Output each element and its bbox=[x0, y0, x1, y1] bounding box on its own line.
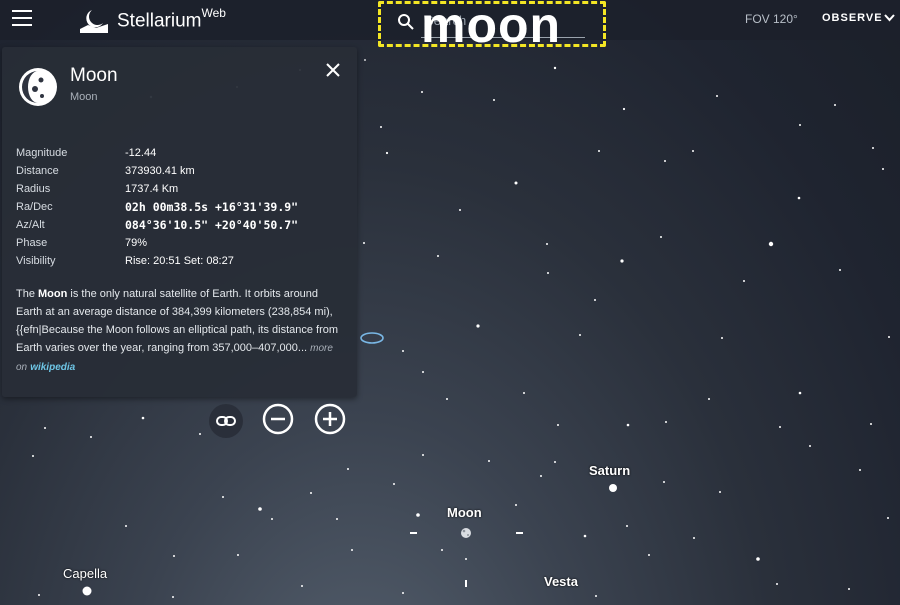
search-input-value[interactable]: moon bbox=[421, 0, 561, 53]
moon-icon bbox=[19, 68, 57, 106]
search-box[interactable]: Search moon bbox=[378, 0, 606, 53]
prop-label: Magnitude bbox=[16, 147, 68, 159]
close-icon[interactable] bbox=[324, 61, 342, 79]
plus-circle-icon bbox=[314, 403, 346, 435]
prop-label: Phase bbox=[16, 237, 48, 249]
prop-row-visibility: Visibility Rise: 20:51 Set: 08:27 bbox=[16, 253, 346, 271]
prop-value: 79% bbox=[125, 237, 148, 249]
prop-value: -12.44 bbox=[125, 147, 157, 159]
prop-label: Ra/Dec bbox=[16, 201, 53, 213]
search-icon bbox=[398, 14, 414, 30]
description-prefix: The bbox=[16, 288, 39, 300]
prop-row-phase: Phase 79% bbox=[16, 235, 346, 253]
stellarium-logo-icon bbox=[80, 10, 108, 33]
vesta-label[interactable]: Vesta bbox=[544, 574, 578, 589]
prop-row-radius: Radius 1737.4 Km bbox=[16, 181, 346, 199]
prop-row-magnitude: Magnitude -12.44 bbox=[16, 145, 346, 163]
object-info-panel: Moon Moon Magnitude -12.44 Distance 3739… bbox=[2, 47, 357, 397]
hamburger-menu-icon[interactable] bbox=[12, 10, 32, 28]
prop-row-azalt: Az/Alt 084°36'10.5" +20°40'50.7" bbox=[16, 217, 346, 235]
moon-label[interactable]: Moon bbox=[447, 505, 482, 520]
top-bar: StellariumWeb Search moon FOV 120° OBSER… bbox=[0, 0, 900, 53]
prop-value: 373930.41 km bbox=[125, 165, 195, 177]
prop-value: 084°36'10.5" +20°40'50.7" bbox=[125, 218, 299, 232]
capella-label[interactable]: Capella bbox=[63, 566, 107, 581]
vesta-marker[interactable] bbox=[465, 580, 467, 587]
minus-circle-icon bbox=[262, 403, 294, 435]
prop-label: Distance bbox=[16, 165, 59, 177]
prop-label: Visibility bbox=[16, 255, 56, 267]
app-name-suffix: Web bbox=[201, 6, 226, 20]
saturn-label[interactable]: Saturn bbox=[589, 463, 630, 478]
saturn-dot[interactable] bbox=[609, 484, 617, 492]
observe-menu-button[interactable]: OBSERVE bbox=[822, 12, 883, 24]
object-description: The Moon is the only natural satellite o… bbox=[16, 285, 346, 377]
capella-dot[interactable] bbox=[82, 586, 92, 596]
share-link-button[interactable] bbox=[209, 404, 243, 438]
prop-row-radec: Ra/Dec 02h 00m38.5s +16°31'39.9" bbox=[16, 199, 346, 217]
link-icon bbox=[216, 416, 236, 426]
object-name: Moon bbox=[70, 65, 118, 86]
app-name: Stellarium bbox=[117, 10, 202, 32]
prop-row-distance: Distance 373930.41 km bbox=[16, 163, 346, 181]
chevron-down-icon[interactable] bbox=[884, 14, 895, 22]
zoom-in-button[interactable] bbox=[313, 402, 347, 436]
prop-label: Az/Alt bbox=[16, 219, 45, 231]
object-subtitle: Moon bbox=[70, 91, 98, 103]
properties-table: Magnitude -12.44 Distance 373930.41 km R… bbox=[16, 145, 346, 271]
prop-value: 1737.4 Km bbox=[125, 183, 179, 195]
selection-ring bbox=[360, 332, 384, 344]
zoom-out-button[interactable] bbox=[261, 402, 295, 436]
prop-label: Radius bbox=[16, 183, 51, 195]
description-bold-name: Moon bbox=[38, 288, 68, 300]
fov-readout: FOV 120° bbox=[745, 12, 798, 26]
wikipedia-link[interactable]: wikipedia bbox=[30, 362, 75, 373]
prop-value: 02h 00m38.5s +16°31'39.9" bbox=[125, 200, 299, 214]
app-title: StellariumWeb bbox=[117, 6, 226, 32]
prop-value: Rise: 20:51 Set: 08:27 bbox=[125, 255, 234, 267]
moon-marker[interactable] bbox=[410, 528, 523, 538]
